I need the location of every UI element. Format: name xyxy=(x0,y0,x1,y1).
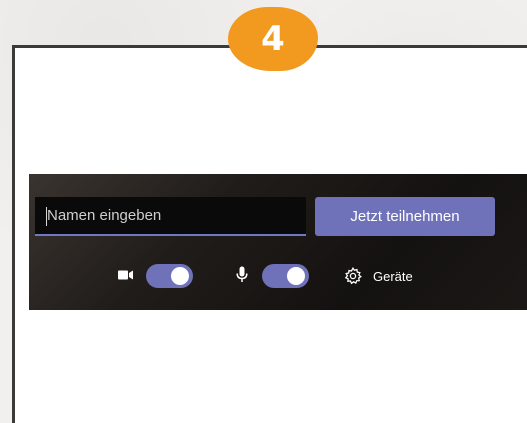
step-number: 4 xyxy=(261,19,285,59)
meeting-join-bar: Jetzt teilnehmen xyxy=(29,174,527,310)
video-camera-icon xyxy=(118,268,134,286)
step-number-badge: 4 xyxy=(228,7,318,71)
microphone-icon xyxy=(236,266,248,288)
gear-icon[interactable] xyxy=(344,266,362,290)
media-controls: Geräte xyxy=(29,262,527,292)
camera-toggle-knob xyxy=(171,267,189,285)
devices-label[interactable]: Geräte xyxy=(373,269,413,284)
microphone-toggle-knob xyxy=(287,267,305,285)
name-field-container xyxy=(35,197,306,236)
join-now-button[interactable]: Jetzt teilnehmen xyxy=(315,197,495,236)
name-input[interactable] xyxy=(35,197,306,234)
camera-toggle[interactable] xyxy=(146,264,193,288)
microphone-toggle[interactable] xyxy=(262,264,309,288)
text-caret xyxy=(46,207,47,226)
